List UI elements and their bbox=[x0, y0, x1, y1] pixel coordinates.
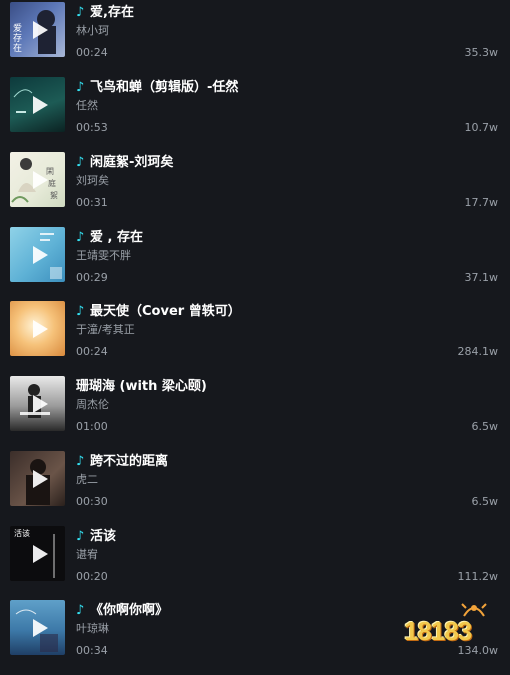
song-item[interactable]: 活该 ♪ 活该 谌宥 00:20 111.2w bbox=[0, 526, 510, 601]
song-artist: 叶琼琳 bbox=[76, 622, 109, 635]
album-cover[interactable] bbox=[10, 77, 65, 132]
use-count: 17.7w bbox=[464, 196, 499, 209]
song-title: ♪ 爱,存在 bbox=[76, 5, 134, 20]
use-count: 6.5w bbox=[471, 420, 499, 433]
play-icon[interactable] bbox=[32, 319, 48, 338]
use-count: 35.3w bbox=[464, 46, 499, 59]
song-item[interactable]: ♪ 飞鸟和蝉（剪辑版）-任然 任然 00:53 10.7w bbox=[0, 77, 510, 152]
album-cover[interactable] bbox=[10, 451, 65, 506]
song-duration: 00:24 bbox=[76, 345, 108, 358]
play-icon[interactable] bbox=[32, 544, 48, 563]
tiktok-note-icon: ♪ bbox=[76, 155, 85, 170]
song-artist: 谌宥 bbox=[76, 548, 98, 561]
tiktok-note-icon: ♪ bbox=[76, 304, 85, 319]
song-item[interactable]: ♪ 最天使（Cover 曾轶可） 于潼/考其正 00:24 284.1w bbox=[0, 301, 510, 376]
song-artist: 于潼/考其正 bbox=[76, 323, 135, 336]
watermark-logo: 18183 bbox=[404, 596, 498, 652]
tiktok-note-icon: ♪ bbox=[76, 5, 85, 20]
play-icon[interactable] bbox=[32, 245, 48, 264]
play-icon[interactable] bbox=[32, 20, 48, 39]
song-duration: 00:34 bbox=[76, 644, 108, 657]
song-duration: 00:20 bbox=[76, 570, 108, 583]
song-title: ♪ 《你啊你啊》 bbox=[76, 603, 169, 618]
use-count: 284.1w bbox=[457, 345, 499, 358]
song-title: ♪ 闲庭絮-刘珂矣 bbox=[76, 155, 174, 170]
play-icon[interactable] bbox=[32, 618, 48, 637]
song-artist: 林小珂 bbox=[76, 24, 109, 37]
song-title: ♪ 最天使（Cover 曾轶可） bbox=[76, 304, 241, 319]
tiktok-note-icon: ♪ bbox=[76, 529, 85, 544]
tiktok-note-icon: ♪ bbox=[76, 230, 85, 245]
song-item[interactable]: ♪ 爱 , 存在 王靖雯不胖 00:29 37.1w bbox=[0, 227, 510, 302]
use-count: 10.7w bbox=[464, 121, 499, 134]
song-artist: 虎二 bbox=[76, 473, 98, 486]
play-icon[interactable] bbox=[32, 95, 48, 114]
song-duration: 00:30 bbox=[76, 495, 108, 508]
song-title: ♪ 活该 bbox=[76, 529, 117, 544]
album-cover[interactable]: 閑 庭 絮 bbox=[10, 152, 65, 207]
song-artist: 刘珂矣 bbox=[76, 174, 109, 187]
song-title: ♪ 跨不过的距离 bbox=[76, 454, 169, 469]
play-icon[interactable] bbox=[32, 170, 48, 189]
song-duration: 01:00 bbox=[76, 420, 108, 433]
cover-text: 爱存在 bbox=[13, 24, 23, 54]
tiktok-note-icon: ♪ bbox=[76, 603, 85, 618]
song-item[interactable]: ♪ 跨不过的距离 虎二 00:30 6.5w bbox=[0, 451, 510, 526]
play-icon[interactable] bbox=[32, 394, 48, 413]
use-count: 111.2w bbox=[457, 570, 499, 583]
album-cover[interactable] bbox=[10, 227, 65, 282]
play-icon[interactable] bbox=[32, 469, 48, 488]
song-duration: 00:24 bbox=[76, 46, 108, 59]
song-item[interactable]: 閑 庭 絮 ♪ 闲庭絮-刘珂矣 刘珂矣 00:31 17.7w bbox=[0, 152, 510, 227]
song-duration: 00:31 bbox=[76, 196, 108, 209]
album-cover[interactable]: 爱存在 bbox=[10, 2, 65, 57]
album-cover[interactable] bbox=[10, 301, 65, 356]
song-item[interactable]: 珊瑚海 (with 梁心颐) 周杰伦 01:00 6.5w bbox=[0, 376, 510, 451]
album-cover[interactable] bbox=[10, 600, 65, 655]
watermark-text: 18183 bbox=[404, 616, 472, 646]
tiktok-note-icon: ♪ bbox=[76, 454, 85, 469]
song-duration: 00:53 bbox=[76, 121, 108, 134]
use-count: 6.5w bbox=[471, 495, 499, 508]
svg-text:絮: 絮 bbox=[50, 190, 58, 200]
song-duration: 00:29 bbox=[76, 271, 108, 284]
song-artist: 任然 bbox=[76, 99, 98, 112]
song-artist: 王靖雯不胖 bbox=[76, 249, 131, 262]
song-artist: 周杰伦 bbox=[76, 398, 109, 411]
tiktok-note-icon: ♪ bbox=[76, 80, 85, 95]
album-cover[interactable]: 活该 bbox=[10, 526, 65, 581]
song-title: ♪ 爱 , 存在 bbox=[76, 230, 143, 245]
use-count: 37.1w bbox=[464, 271, 499, 284]
song-title: ♪ 飞鸟和蝉（剪辑版）-任然 bbox=[76, 80, 239, 95]
album-cover[interactable] bbox=[10, 376, 65, 431]
svg-text:庭: 庭 bbox=[48, 178, 56, 188]
song-title: 珊瑚海 (with 梁心颐) bbox=[76, 379, 207, 394]
song-item[interactable]: 爱存在 ♪ 爱,存在 林小珂 00:24 35.3w bbox=[0, 2, 510, 77]
